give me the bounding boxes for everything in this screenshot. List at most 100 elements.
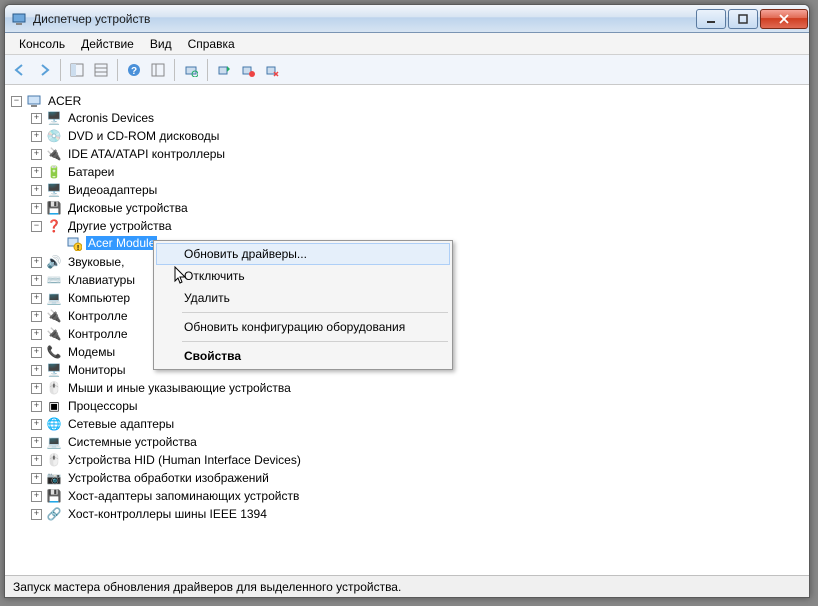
- device-category-icon: ▣: [46, 398, 62, 414]
- tree-node[interactable]: +💾Хост-адаптеры запоминающих устройств: [31, 488, 803, 504]
- context-menu-item[interactable]: Обновить конфигурацию оборудования: [156, 316, 450, 338]
- expand-icon[interactable]: +: [31, 437, 42, 448]
- expand-icon[interactable]: +: [31, 293, 42, 304]
- node-label: Компьютер: [66, 291, 132, 305]
- device-category-icon: 🔋: [46, 164, 62, 180]
- minimize-button[interactable]: [696, 9, 726, 29]
- expand-icon[interactable]: +: [31, 113, 42, 124]
- app-icon: [11, 11, 27, 27]
- expand-icon[interactable]: +: [31, 347, 42, 358]
- node-label: Устройства обработки изображений: [66, 471, 271, 485]
- status-text: Запуск мастера обновления драйверов для …: [13, 580, 401, 594]
- tree-node[interactable]: + 💻 Системные устройства: [31, 434, 803, 450]
- tree-node[interactable]: + 🖥️ Видеоадаптеры: [31, 182, 803, 198]
- node-label: Видеоадаптеры: [66, 183, 159, 197]
- nav-back-button[interactable]: [9, 59, 31, 81]
- device-category-icon: 📷: [46, 470, 62, 486]
- tree-node[interactable]: +🖱️Мыши и иные указывающие устройства: [31, 380, 803, 396]
- node-label: Процессоры: [66, 399, 140, 413]
- node-label: Acronis Devices: [66, 111, 156, 125]
- device-category-icon: 🖱️: [46, 380, 62, 396]
- node-label: Хост-контроллеры шины IEEE 1394: [66, 507, 269, 521]
- node-label: IDE ATA/ATAPI контроллеры: [66, 147, 227, 161]
- expand-icon[interactable]: −: [31, 221, 42, 232]
- show-hide-tree-button[interactable]: [66, 59, 88, 81]
- expand-icon[interactable]: +: [31, 203, 42, 214]
- device-category-icon: 🔌: [46, 146, 62, 162]
- context-menu-item[interactable]: Свойства: [156, 345, 450, 367]
- device-category-icon: 📞: [46, 344, 62, 360]
- expand-icon[interactable]: +: [31, 419, 42, 430]
- tree-node[interactable]: +🔋Батареи: [31, 164, 803, 180]
- context-menu-item[interactable]: Удалить: [156, 287, 450, 309]
- menu-action[interactable]: Действие: [73, 35, 142, 53]
- context-menu-item[interactable]: Обновить драйверы...: [156, 243, 450, 265]
- update-driver-button[interactable]: [213, 59, 235, 81]
- toolbar-separator: [117, 59, 118, 81]
- menu-console[interactable]: Консоль: [11, 35, 73, 53]
- expand-icon[interactable]: +: [31, 491, 42, 502]
- window-title: Диспетчер устройств: [33, 12, 695, 26]
- tree-node[interactable]: + 📷 Устройства обработки изображений: [31, 470, 803, 486]
- uninstall-button[interactable]: [261, 59, 283, 81]
- node-label: Клавиатуры: [66, 273, 137, 287]
- expand-icon[interactable]: +: [31, 383, 42, 394]
- expand-icon[interactable]: +: [31, 401, 42, 412]
- statusbar: Запуск мастера обновления драйверов для …: [5, 575, 809, 597]
- device-category-icon: 💻: [46, 290, 62, 306]
- device-category-icon: 🔌: [46, 326, 62, 342]
- node-label: Мониторы: [66, 363, 127, 377]
- device-category-icon: 🖥️: [46, 362, 62, 378]
- expand-icon[interactable]: +: [31, 149, 42, 160]
- expand-icon[interactable]: +: [31, 131, 42, 142]
- expand-icon[interactable]: +: [31, 365, 42, 376]
- device-category-icon: 🖱️: [46, 452, 62, 468]
- titlebar[interactable]: Диспетчер устройств: [5, 5, 809, 33]
- expand-icon[interactable]: +: [31, 455, 42, 466]
- expand-icon[interactable]: +: [31, 329, 42, 340]
- tree-node[interactable]: −❓Другие устройства: [31, 218, 803, 234]
- tree-node[interactable]: + 🔌 IDE ATA/ATAPI контроллеры: [31, 146, 803, 162]
- tree-node[interactable]: +💿DVD и CD-ROM дисководы: [31, 128, 803, 144]
- device-category-icon: 🌐: [46, 416, 62, 432]
- expand-icon[interactable]: +: [31, 185, 42, 196]
- leaf-label: Acer Module: [86, 236, 157, 250]
- node-label: Звуковые,: [66, 255, 126, 269]
- expand-icon[interactable]: +: [31, 275, 42, 286]
- context-menu-item[interactable]: Отключить: [156, 265, 450, 287]
- node-label: Системные устройства: [66, 435, 199, 449]
- expand-icon[interactable]: +: [31, 311, 42, 322]
- close-button[interactable]: [760, 9, 808, 29]
- node-label: Контролле: [66, 327, 130, 341]
- tree-node[interactable]: + 🔗 Хост-контроллеры шины IEEE 1394: [31, 506, 803, 522]
- device-tree-panel[interactable]: −ACER+🖥️Acronis Devices+💿DVD и CD-ROM ди…: [5, 85, 809, 575]
- toolbar-separator: [207, 59, 208, 81]
- device-category-icon: 💻: [46, 434, 62, 450]
- tree-node[interactable]: + ▣ Процессоры: [31, 398, 803, 414]
- properties-button[interactable]: [90, 59, 112, 81]
- spacer: [51, 238, 62, 249]
- expand-icon[interactable]: +: [31, 509, 42, 520]
- collapse-icon[interactable]: −: [11, 96, 22, 107]
- device-category-icon: 🔊: [46, 254, 62, 270]
- device-category-icon: 🔗: [46, 506, 62, 522]
- disable-button[interactable]: [237, 59, 259, 81]
- device-category-icon: 🖥️: [46, 182, 62, 198]
- nav-forward-button[interactable]: [33, 59, 55, 81]
- help-button[interactable]: ?: [123, 59, 145, 81]
- menu-view[interactable]: Вид: [142, 35, 180, 53]
- maximize-button[interactable]: [728, 9, 758, 29]
- device-category-icon: 💿: [46, 128, 62, 144]
- menu-help[interactable]: Справка: [180, 35, 243, 53]
- expand-icon[interactable]: +: [31, 257, 42, 268]
- refresh-button[interactable]: [147, 59, 169, 81]
- context-menu-separator: [182, 312, 448, 313]
- tree-node[interactable]: +🖥️Acronis Devices: [31, 110, 803, 126]
- expand-icon[interactable]: +: [31, 473, 42, 484]
- expand-icon[interactable]: +: [31, 167, 42, 178]
- tree-root-node[interactable]: −ACER: [11, 93, 803, 109]
- tree-node[interactable]: +🖱️Устройства HID (Human Interface Devic…: [31, 452, 803, 468]
- tree-node[interactable]: +💾Дисковые устройства: [31, 200, 803, 216]
- scan-hardware-button[interactable]: [180, 59, 202, 81]
- tree-node[interactable]: +🌐Сетевые адаптеры: [31, 416, 803, 432]
